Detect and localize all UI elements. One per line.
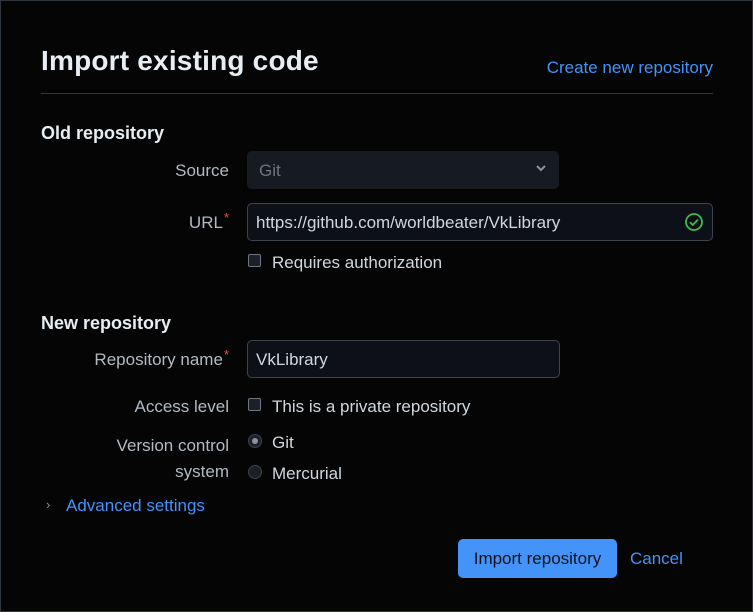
vcs-mercurial-radio[interactable] [248, 465, 262, 479]
dialog-header: Import existing code Create new reposito… [41, 45, 713, 94]
required-marker: * [223, 347, 229, 362]
page-title: Import existing code [41, 45, 319, 76]
chevron-right-icon: › [46, 497, 51, 512]
private-repository-label[interactable]: This is a private repository [272, 397, 470, 417]
required-marker: * [223, 210, 229, 225]
old-repository-heading: Old repository [41, 123, 165, 143]
new-repository-heading: New repository [41, 313, 172, 333]
source-select-value: Git [259, 161, 281, 180]
url-input[interactable]: https://github.com/worldbeater/VkLibrary [247, 203, 713, 241]
import-repository-button[interactable]: Import repository [458, 539, 617, 578]
create-new-repository-link[interactable]: Create new repository [547, 58, 713, 78]
url-label: URL* [41, 210, 229, 233]
requires-authorization-checkbox[interactable] [248, 254, 261, 267]
version-control-label-line1: Version control [116, 436, 229, 455]
access-level-label: Access level [134, 397, 229, 416]
repository-name-label-text: Repository name [94, 350, 223, 369]
vcs-git-label[interactable]: Git [272, 433, 294, 453]
requires-authorization-label[interactable]: Requires authorization [272, 253, 442, 273]
version-control-label: Version control system [41, 433, 229, 485]
source-select[interactable]: Git [247, 151, 559, 189]
repository-name-input-value: VkLibrary [256, 350, 328, 369]
source-label: Source [175, 161, 229, 180]
advanced-settings-toggle[interactable]: › Advanced settings [46, 496, 205, 516]
check-circle-icon [685, 213, 703, 231]
chevron-down-icon [536, 165, 546, 172]
url-input-value: https://github.com/worldbeater/VkLibrary [256, 213, 561, 232]
private-repository-checkbox[interactable] [248, 398, 261, 411]
repository-name-input[interactable]: VkLibrary [247, 340, 560, 378]
url-label-text: URL [188, 213, 223, 232]
vcs-git-radio[interactable] [248, 434, 262, 448]
advanced-settings-label: Advanced settings [66, 496, 205, 515]
vcs-mercurial-label[interactable]: Mercurial [272, 464, 342, 484]
import-dialog: Import existing code Create new reposito… [0, 0, 753, 612]
version-control-label-line2: system [175, 462, 229, 481]
repository-name-label: Repository name* [41, 347, 229, 370]
cancel-button[interactable]: Cancel [630, 549, 683, 569]
